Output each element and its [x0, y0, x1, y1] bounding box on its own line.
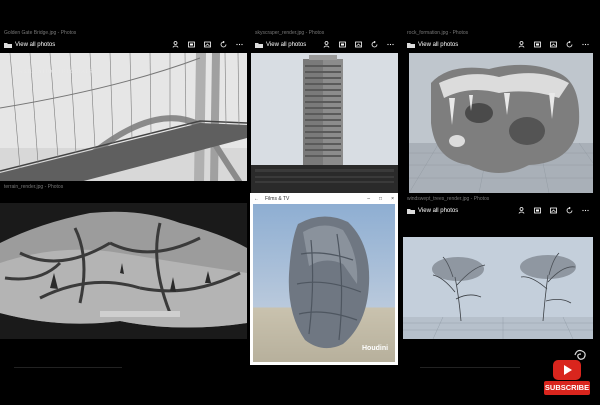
photos-window-terrain[interactable]: terrain_render.jpg - Photos — [0, 181, 247, 339]
view-all-photos-link[interactable]: View all photos — [418, 208, 518, 214]
houdini-logo-text: Houdini — [362, 345, 389, 352]
rotate-icon[interactable] — [371, 41, 378, 48]
photos-window-tower[interactable]: skyscraper_render.jpg - Photos View all … — [251, 27, 398, 193]
folder-icon — [4, 42, 12, 48]
window-title: Golden Gate Bridge.jpg - Photos — [4, 30, 77, 36]
maximize-icon[interactable]: □ — [379, 196, 382, 202]
photos-toolbar: View all photos — [403, 204, 593, 217]
photos-window-rock[interactable]: rock_formation.jpg - Photos View all pho… — [403, 27, 593, 193]
photos-toolbar: View all photos — [403, 38, 593, 51]
window-title: rock_formation.jpg - Photos — [407, 30, 469, 36]
rotate-icon[interactable] — [220, 41, 227, 48]
window-title: terrain_render.jpg - Photos — [4, 184, 64, 190]
divider — [14, 367, 122, 368]
edit-icon[interactable] — [550, 207, 557, 214]
folder-icon — [407, 42, 415, 48]
window-title: windswept_trees_render.jpg - Photos — [407, 196, 490, 202]
play-icon — [553, 360, 581, 380]
terrain-render-image — [0, 203, 247, 339]
view-all-photos-link[interactable]: View all photos — [15, 42, 172, 48]
rock-render-image — [409, 53, 593, 193]
subscribe-button[interactable]: SUBSCRIBE — [544, 360, 590, 398]
rotate-icon[interactable] — [566, 41, 573, 48]
photos-toolbar: View all photos — [0, 38, 247, 51]
window-title: Films & TV — [265, 195, 290, 202]
more-icon[interactable] — [387, 41, 394, 48]
tower-render-image — [251, 53, 398, 193]
share-icon[interactable] — [518, 41, 525, 48]
share-icon[interactable] — [518, 207, 525, 214]
watermark-text: INSPIRATIONTUTORIALS — [16, 69, 94, 75]
slideshow-icon[interactable] — [534, 207, 541, 214]
slideshow-icon[interactable] — [534, 41, 541, 48]
edit-icon[interactable] — [355, 41, 362, 48]
folder-icon — [255, 42, 263, 48]
slideshow-icon[interactable] — [188, 41, 195, 48]
more-icon[interactable] — [582, 41, 589, 48]
photos-window-bridge[interactable]: Golden Gate Bridge.jpg - Photos View all… — [0, 27, 247, 183]
back-icon[interactable]: ← — [254, 196, 259, 202]
subscribe-label: SUBSCRIBE — [544, 381, 590, 395]
photos-window-trees[interactable]: windswept_trees_render.jpg - Photos View… — [403, 193, 593, 339]
share-icon[interactable] — [172, 41, 179, 48]
edit-icon[interactable] — [204, 41, 211, 48]
close-icon[interactable]: × — [391, 196, 394, 202]
folder-icon — [407, 208, 415, 214]
more-icon[interactable] — [236, 41, 243, 48]
minimize-icon[interactable]: – — [367, 196, 370, 202]
photos-toolbar: View all photos — [251, 38, 398, 51]
films-tv-window[interactable]: ← Films & TV – □ × Houdini — [250, 193, 398, 365]
divider — [420, 367, 520, 368]
more-icon[interactable] — [582, 207, 589, 214]
houdini-video-frame[interactable] — [253, 204, 395, 362]
view-all-photos-link[interactable]: View all photos — [266, 42, 323, 48]
view-all-photos-link[interactable]: View all photos — [418, 42, 518, 48]
edit-icon[interactable] — [550, 41, 557, 48]
window-title: skyscraper_render.jpg - Photos — [255, 30, 325, 36]
share-icon[interactable] — [323, 41, 330, 48]
slideshow-icon[interactable] — [339, 41, 346, 48]
trees-render-image — [403, 237, 593, 339]
films-tv-titlebar: ← Films & TV – □ × — [250, 193, 398, 204]
rotate-icon[interactable] — [566, 207, 573, 214]
